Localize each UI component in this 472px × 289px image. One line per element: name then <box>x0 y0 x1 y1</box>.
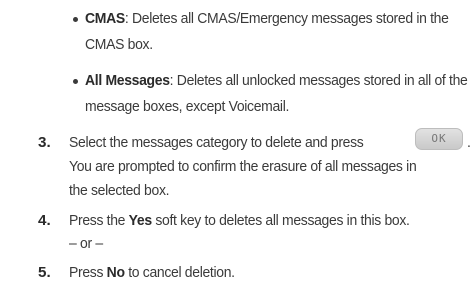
step-4-post: soft key to deletes all messages in this… <box>151 212 410 229</box>
step-5-number: 5. <box>38 264 51 281</box>
bullet-cmas-desc: : Deletes all CMAS/Emergency messages st… <box>124 10 449 27</box>
bullet-cmas-term: CMAS <box>85 10 125 27</box>
bullet-all-messages-desc: : Deletes all unlocked messages stored i… <box>169 72 468 89</box>
step-4-pre: Press the <box>69 212 129 229</box>
step-3-number: 3. <box>38 134 51 151</box>
step-5-line1: Press No to cancel deletion. <box>69 264 235 282</box>
bullet-dot-all-messages <box>73 79 78 84</box>
manual-page: CMAS: Deletes all CMAS/Emergency message… <box>0 0 472 289</box>
step-4-or: – or – <box>69 235 103 252</box>
step-5-post: to cancel deletion. <box>124 264 235 281</box>
bullet-cmas-line1: CMAS: Deletes all CMAS/Emergency message… <box>85 10 449 28</box>
ok-key-icon: OK <box>415 128 463 150</box>
bullet-dot-cmas <box>73 17 78 22</box>
step-3-line1: Select the messages category to delete a… <box>69 134 364 151</box>
bullet-all-messages-line1: All Messages: Deletes all unlocked messa… <box>85 72 468 90</box>
step-4-line1: Press the Yes soft key to deletes all me… <box>69 212 410 230</box>
step-5-pre: Press <box>69 264 107 281</box>
step-3-line3: the selected box. <box>69 182 170 199</box>
step-4-number: 4. <box>38 212 51 229</box>
step-3-line2: You are prompted to confirm the erasure … <box>69 158 417 175</box>
bullet-all-messages-line2: message boxes, except Voicemail. <box>85 98 290 115</box>
no-key-label: No <box>106 264 125 281</box>
yes-key-label: Yes <box>128 212 152 229</box>
step-3-line1-end: . <box>467 134 471 151</box>
bullet-all-messages-term: All Messages <box>85 72 170 89</box>
bullet-cmas-line2: CMAS box. <box>85 36 153 53</box>
